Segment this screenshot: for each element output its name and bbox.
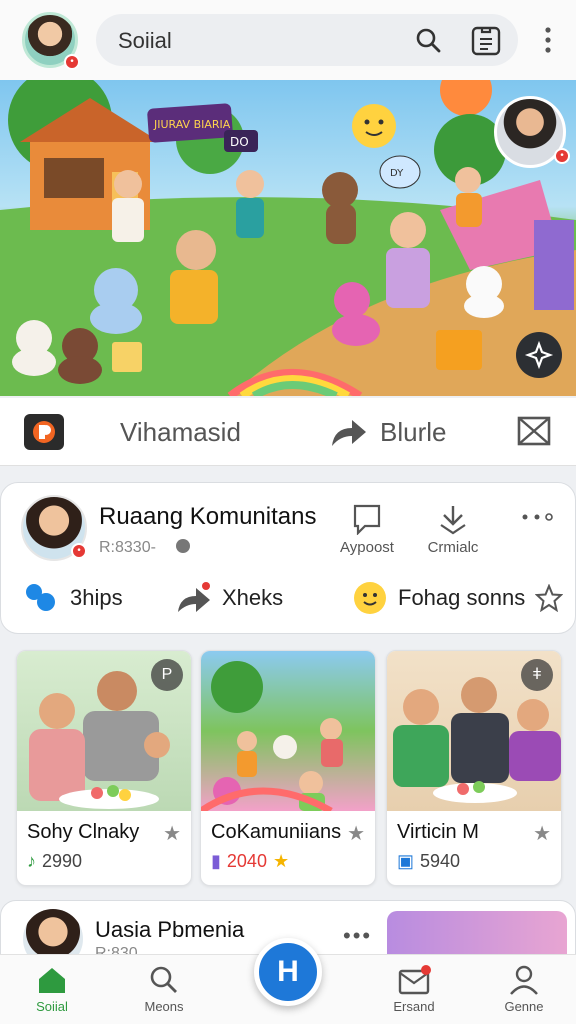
- thumb-badge: ǂ: [521, 659, 553, 691]
- app-logo-icon: [24, 414, 64, 450]
- grid-count-value: 5940: [420, 851, 461, 871]
- top-bar: • Soiial: [0, 0, 576, 80]
- forward-icon: [178, 582, 210, 612]
- home-icon: [39, 968, 65, 993]
- repost-label: Aypoost: [340, 539, 394, 556]
- star-icon[interactable]: ★: [347, 821, 365, 846]
- more-icon[interactable]: •••: [343, 923, 372, 949]
- person-icon: [510, 965, 538, 995]
- repost-action[interactable]: Aypoost: [335, 503, 399, 556]
- star-small-icon: ★: [272, 851, 290, 871]
- playground-illustration: JIURAV BIARIA DO DY: [0, 80, 576, 396]
- blocks-icon: ▮: [211, 851, 221, 871]
- star-outline-icon: [535, 584, 564, 612]
- search-icon: [150, 966, 177, 993]
- community-avatar-badge: •: [71, 543, 87, 559]
- nav-social[interactable]: Soiial: [12, 965, 92, 1014]
- share-action[interactable]: Blurle: [328, 416, 446, 448]
- hero-avatar-badge: •: [554, 148, 570, 164]
- more-options-icon[interactable]: [536, 26, 560, 54]
- music-note-icon: ♪: [27, 851, 36, 871]
- grid-count: ▣ 5940: [397, 851, 460, 872]
- hero-illustration[interactable]: JIURAV BIARIA DO DY •: [0, 80, 576, 396]
- chip-featured-label: Fohag sonns: [398, 585, 526, 610]
- info-icon: [176, 539, 190, 553]
- thumbnail: [201, 651, 375, 815]
- card2-thumbnail: [387, 911, 567, 959]
- nav-profile[interactable]: Genne: [484, 965, 564, 1014]
- search-bar[interactable]: Soiial: [96, 14, 518, 66]
- create-button[interactable]: H: [254, 938, 322, 1006]
- grid-count-value: 2990: [42, 851, 83, 871]
- download-label: Crmialc: [427, 539, 479, 556]
- community-title: Ruaang Komunitans: [99, 503, 317, 530]
- bubbles-icon: [26, 584, 55, 611]
- envelope-icon: [398, 965, 431, 995]
- grid-title: CoKamuniians: [211, 821, 342, 843]
- comment-icon: [353, 504, 381, 536]
- grid-item-family[interactable]: P Sohy Clnaky ★ ♪ 2990: [16, 650, 192, 886]
- chip-ships[interactable]: 3hips: [24, 578, 123, 618]
- chip-featured[interactable]: Fohag sonns: [352, 578, 564, 618]
- community-subtitle: R:8330-: [99, 539, 156, 556]
- favorite-label: Vihamasid: [120, 416, 241, 447]
- share-label: Blurle: [380, 416, 447, 447]
- search-label: Soiial: [118, 28, 172, 53]
- nav-label: Meons: [144, 999, 184, 1014]
- smiley-icon: [354, 582, 386, 614]
- hero-action-button[interactable]: [516, 332, 562, 378]
- document-icon[interactable]: [470, 25, 502, 57]
- download-action[interactable]: Crmialc: [421, 503, 485, 556]
- star-icon[interactable]: ★: [163, 821, 181, 846]
- grid-item-community[interactable]: CoKamuniians ★ ▮ 2040 ★: [200, 650, 376, 886]
- grid-title: Sohy Clnaky: [27, 821, 140, 843]
- chip-checks-label: Xheks: [222, 585, 284, 610]
- hero-bubble-2: DY: [390, 168, 404, 179]
- card2-title: Uasia Pbmenia: [95, 917, 245, 942]
- nav-label: Ersand: [393, 999, 435, 1014]
- grid-title: Virticin M: [397, 821, 479, 843]
- post-actions: Vihamasid Blurle: [0, 398, 576, 466]
- hero-bubble-1: DO: [230, 135, 249, 149]
- chip-checks[interactable]: Xheks: [176, 578, 283, 618]
- search-icon[interactable]: [414, 26, 442, 54]
- hero-sign-text: JIURAV BIARIA: [153, 118, 231, 131]
- nav-search[interactable]: Meons: [124, 965, 204, 1014]
- grid-count-value: 2040: [226, 851, 267, 871]
- thumbnail: ǂ: [387, 651, 561, 811]
- card-more-icon[interactable]: [519, 511, 555, 523]
- favorite-action[interactable]: Vihamasid: [120, 416, 241, 448]
- grid-count: ♪ 2990: [27, 851, 82, 872]
- chip-ships-label: 3hips: [70, 585, 123, 610]
- profile-avatar[interactable]: •: [22, 12, 80, 70]
- card-icon: ▣: [397, 851, 415, 871]
- share-icon: [332, 420, 366, 446]
- notification-badge: •: [64, 54, 80, 70]
- star-icon[interactable]: ★: [533, 821, 551, 846]
- grid-item-dinner[interactable]: ǂ Virticin M ★ ▣ 5940: [386, 650, 562, 886]
- nav-label: Soiial: [36, 999, 68, 1014]
- mail-icon[interactable]: [516, 414, 552, 448]
- sparkle-icon: [524, 340, 554, 370]
- app-logo[interactable]: [22, 414, 66, 450]
- avatar: [23, 909, 83, 959]
- nav-label: Genne: [504, 999, 544, 1014]
- download-icon: [440, 506, 466, 535]
- thumbnail: P: [17, 651, 191, 811]
- grid-count: ▮ 2040 ★: [211, 851, 289, 872]
- thumb-badge: P: [151, 659, 183, 691]
- nav-messages[interactable]: Ersand: [374, 965, 454, 1014]
